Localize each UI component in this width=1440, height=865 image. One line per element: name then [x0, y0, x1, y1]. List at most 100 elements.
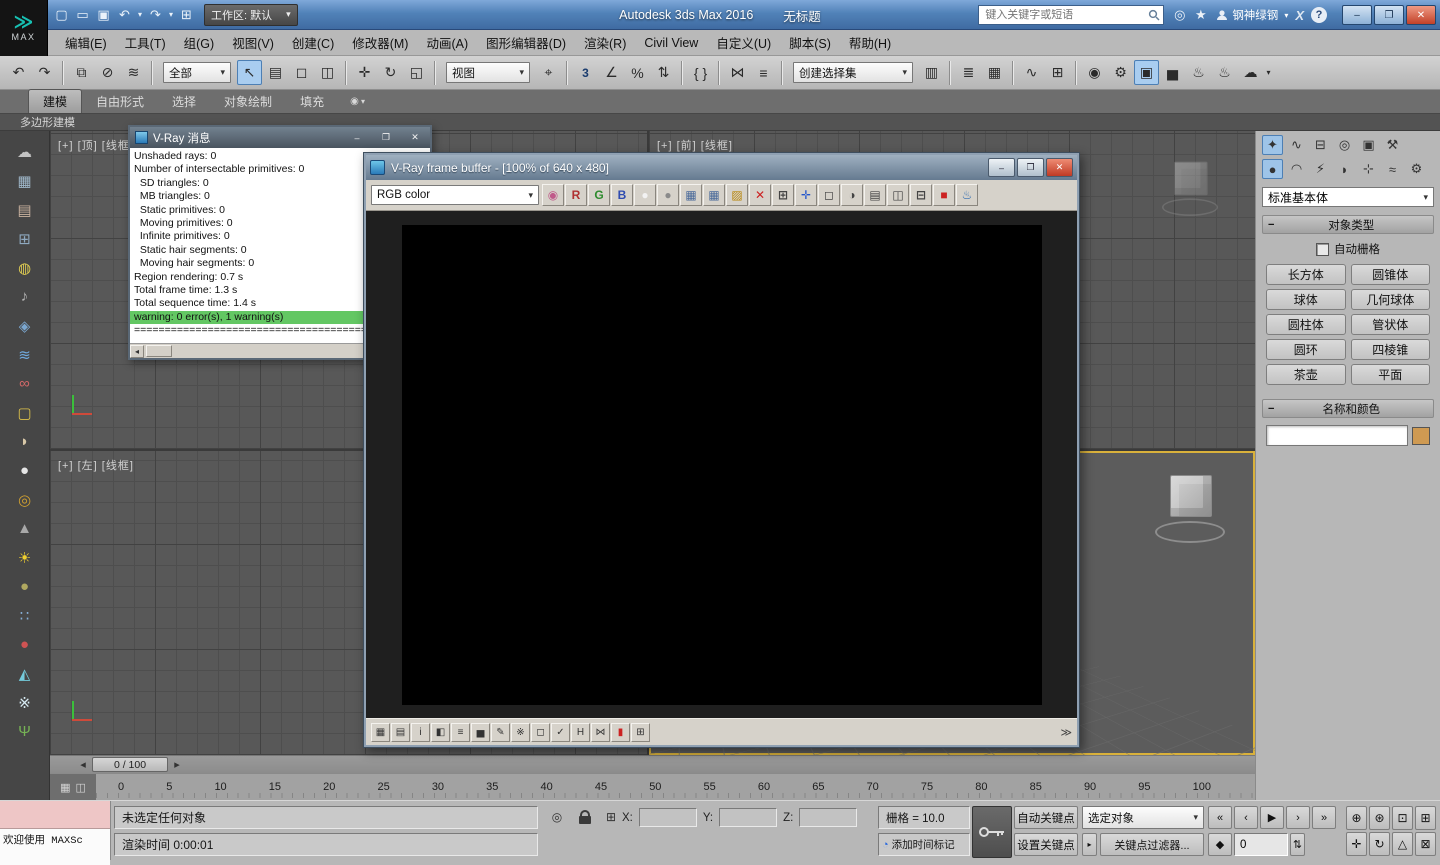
clear-image-icon[interactable]: ✕: [749, 184, 771, 206]
viewport-front-label[interactable]: [+] [前] [线框]: [657, 137, 733, 153]
cylinder-button[interactable]: 圆柱体: [1266, 314, 1346, 335]
undo-icon[interactable]: ↶: [115, 5, 134, 25]
selection-filter-dropdown[interactable]: 全部: [163, 62, 231, 83]
wave-icon[interactable]: ≋: [12, 344, 38, 365]
ribbon-tab-modeling[interactable]: 建模: [28, 89, 82, 113]
auto-key-button[interactable]: 自动关键点: [1014, 806, 1078, 829]
key-mode-toggle-icon[interactable]: ◆: [1208, 833, 1232, 856]
rollout-header-name-color[interactable]: 名称和颜色: [1262, 399, 1434, 418]
reference-coordinate-dropdown[interactable]: 视图: [446, 62, 530, 83]
toolbar-icon[interactable]: [345, 61, 347, 85]
absolute-mode-icon[interactable]: ⊞: [600, 807, 622, 827]
percent-snap-icon[interactable]: %: [625, 60, 650, 85]
previous-frame-arrow[interactable]: ◂: [76, 758, 90, 772]
toolbar-icon[interactable]: [781, 61, 783, 85]
redo-icon[interactable]: ↷: [146, 5, 165, 25]
save-all-channels-icon[interactable]: ▦: [703, 184, 725, 206]
zoom-icon[interactable]: ⊕: [1346, 806, 1367, 830]
object-category-dropdown[interactable]: 标准基本体: [1262, 187, 1434, 207]
ribbon-tab-object-paint[interactable]: 对象绘制: [210, 90, 286, 113]
workspace-dropdown[interactable]: 工作区: 默认: [204, 4, 298, 26]
application-menu-button[interactable]: ≫ MAX: [0, 0, 48, 56]
help-icon[interactable]: ?: [1311, 7, 1327, 23]
menu-item[interactable]: 视图(V): [223, 30, 283, 55]
red-sphere-icon[interactable]: ●: [12, 634, 38, 655]
current-frame-field[interactable]: 0: [1234, 833, 1288, 856]
set-key-button[interactable]: 设置关键点: [1014, 833, 1078, 856]
render-histogram-icon[interactable]: ▅: [1160, 60, 1185, 85]
minimize-button[interactable]: –: [988, 158, 1015, 177]
audio-icon[interactable]: ♪: [12, 286, 38, 307]
menu-item[interactable]: 工具(T): [116, 30, 175, 55]
dough-icon[interactable]: ◗: [12, 431, 38, 452]
a360-render-icon[interactable]: ☁: [1238, 60, 1263, 85]
red-channel-button[interactable]: R: [565, 184, 587, 206]
close-button[interactable]: ✕: [1046, 158, 1073, 177]
go-to-end-button[interactable]: »: [1312, 806, 1336, 829]
snaps-toggle-icon[interactable]: 3: [573, 60, 598, 85]
library-icon[interactable]: ▤: [12, 199, 38, 220]
toolbar-icon[interactable]: [949, 61, 951, 85]
histogram-icon[interactable]: ▅: [471, 723, 490, 742]
vfb-channel-dropdown[interactable]: RGB color: [371, 185, 539, 205]
material-editor-icon[interactable]: ◉: [1082, 60, 1107, 85]
menu-item[interactable]: 帮助(H): [840, 30, 900, 55]
create-tab-icon[interactable]: ✦: [1262, 135, 1283, 155]
save-file-icon[interactable]: ▣: [94, 5, 113, 25]
prism-icon[interactable]: ◭: [12, 663, 38, 684]
go-to-start-button[interactable]: «: [1208, 806, 1232, 829]
pyramid-button[interactable]: 四棱锥: [1351, 339, 1431, 360]
open-file-icon[interactable]: ▭: [73, 5, 92, 25]
toolbar-icon[interactable]: [434, 61, 436, 85]
compare-vertical-icon[interactable]: ⊟: [910, 184, 932, 206]
zoom-extents-all-icon[interactable]: ⊞: [1415, 806, 1436, 830]
tube-button[interactable]: 管状体: [1351, 314, 1431, 335]
torus-button[interactable]: 圆环: [1266, 339, 1346, 360]
menu-item[interactable]: 修改器(M): [343, 30, 417, 55]
communication-center-icon[interactable]: ◎: [1171, 7, 1188, 23]
ribbon-tab-freeform[interactable]: 自由形式: [82, 90, 158, 113]
olive-sphere-icon[interactable]: ●: [12, 576, 38, 597]
close-button[interactable]: ✕: [405, 131, 425, 145]
toolbar-icon[interactable]: [1075, 61, 1077, 85]
grid-helper-icon[interactable]: ⊞: [12, 228, 38, 249]
vray-messages-titlebar[interactable]: V-Ray 消息 –❐✕: [130, 127, 430, 148]
exchange-apps-icon[interactable]: X: [1295, 8, 1304, 23]
schematic-view-icon[interactable]: ⊞: [1045, 60, 1070, 85]
ribbon-toggle-icon[interactable]: ▦: [982, 60, 1007, 85]
menu-item[interactable]: Civil View: [635, 30, 707, 55]
cone-icon[interactable]: ▲: [12, 518, 38, 539]
search-input[interactable]: [982, 9, 1148, 21]
x-coordinate-field[interactable]: [639, 808, 697, 827]
select-and-scale-icon[interactable]: ◱: [404, 60, 429, 85]
history-icon[interactable]: H: [571, 723, 590, 742]
effects-icon[interactable]: ※: [511, 723, 530, 742]
vfb-titlebar[interactable]: V-Ray frame buffer - [100% of 640 x 480]…: [366, 155, 1077, 180]
show-info-icon[interactable]: ▤: [391, 723, 410, 742]
cone-button[interactable]: 圆锥体: [1351, 264, 1431, 285]
angle-snap-icon[interactable]: ∠: [599, 60, 624, 85]
region-render-icon[interactable]: ◻: [818, 184, 840, 206]
paint-deform-icon[interactable]: ☁: [12, 141, 38, 162]
render-setup-icon[interactable]: ⚙: [1108, 60, 1133, 85]
maximize-viewport-icon[interactable]: ⊠: [1415, 832, 1436, 856]
expand-icon[interactable]: ≫: [1060, 726, 1072, 739]
render-production-icon[interactable]: ♨: [1186, 60, 1211, 85]
shapes-category-icon[interactable]: ◠: [1286, 159, 1307, 179]
check-icon[interactable]: ✓: [551, 723, 570, 742]
object-color-swatch[interactable]: [1412, 427, 1430, 445]
sphere-button[interactable]: 球体: [1266, 289, 1346, 310]
maximize-button[interactable]: ❐: [376, 131, 396, 145]
render-iterative-icon[interactable]: ♨: [1212, 60, 1237, 85]
redo-list-icon[interactable]: ▾: [167, 5, 175, 25]
render-flyout-icon[interactable]: ▾: [1264, 60, 1273, 85]
gizmo-icon[interactable]: ◈: [12, 315, 38, 336]
viewcube[interactable]: [1153, 471, 1227, 545]
time-slider[interactable]: ◂ 0 / 100 ▸: [50, 755, 1255, 773]
viewcube[interactable]: [1160, 158, 1219, 217]
ribbon-tab-selection[interactable]: 选择: [158, 90, 210, 113]
teapot-button[interactable]: 茶壶: [1266, 364, 1346, 385]
bind-to-space-warp-icon[interactable]: ≋: [121, 60, 146, 85]
named-selection-icon[interactable]: ▥: [919, 60, 944, 85]
toolbar-icon[interactable]: [681, 61, 683, 85]
